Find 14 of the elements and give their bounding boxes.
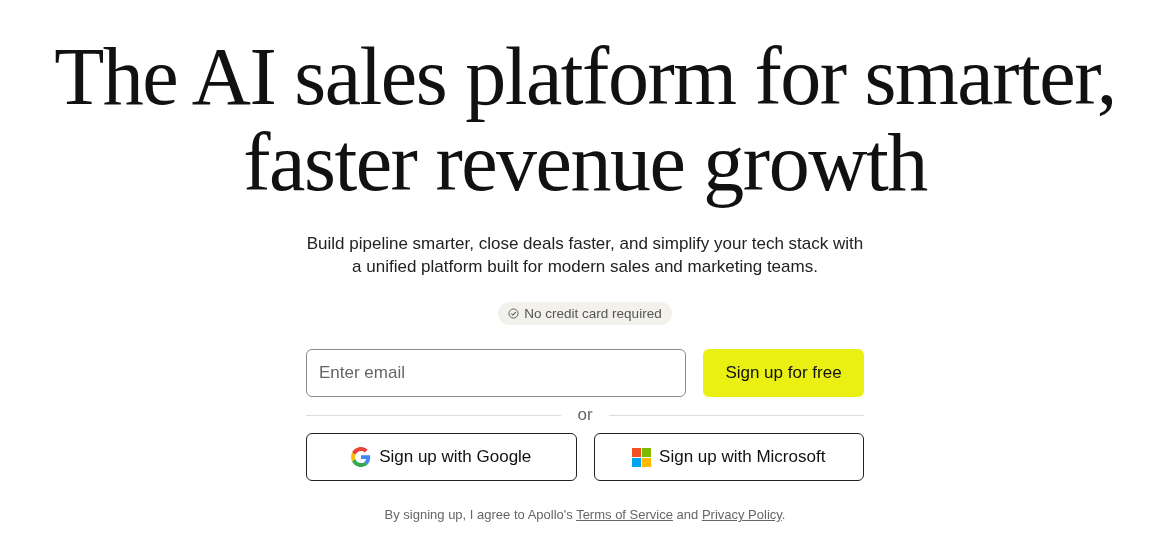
terms-notice: By signing up, I agree to Apollo's Terms of Service and Privacy Policy. [384, 507, 786, 522]
microsoft-sign-up-button[interactable]: Sign up with Microsoft [593, 433, 864, 481]
check-circle-icon [508, 308, 520, 319]
sign-up-button[interactable]: Sign up for free [703, 349, 864, 397]
subtitle: Build pipeline smarter, close deals faster, and simplify your tech stack with a unified platform built for modern sales and marketing teams. [305, 233, 865, 278]
google-sign-up-button[interactable]: Sign up with Google [306, 433, 577, 481]
headline: The AI sales platform for smarter, [54, 34, 1116, 120]
badge-text: No credit card required [524, 306, 662, 321]
email-field[interactable]: Enter email [306, 349, 686, 397]
privacy-policy-link[interactable]: Privacy Policy [701, 507, 782, 522]
google-g-icon [351, 447, 372, 467]
or-divider-text: or [577, 405, 593, 425]
terms-of-service-link[interactable]: Terms of Service [576, 507, 673, 522]
four-squares-icon [632, 447, 652, 467]
